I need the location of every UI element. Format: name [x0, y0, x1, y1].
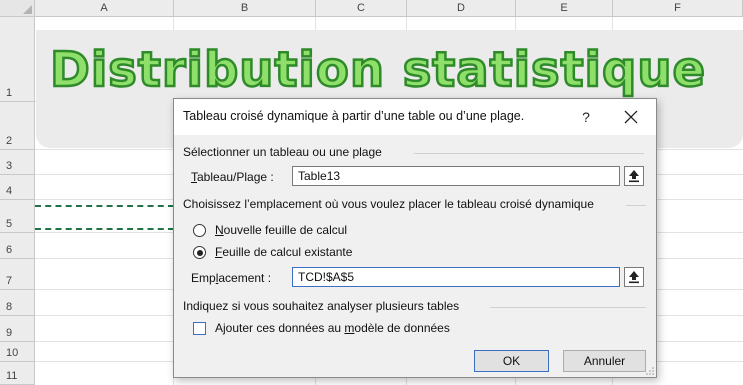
row-header-7[interactable]: 7: [0, 259, 35, 290]
row-header-10[interactable]: 10: [0, 342, 35, 362]
column-header-f[interactable]: F: [613, 0, 743, 17]
section-multiple-tables-label: Indiquez si vous souhaitez analyser plus…: [183, 299, 460, 313]
row-header-11[interactable]: 11: [0, 362, 35, 385]
row-header-6[interactable]: 6: [0, 233, 35, 259]
section-divider: [626, 205, 646, 206]
dialog-titlebar[interactable]: Tableau croisé dynamique à partir d’une …: [174, 99, 656, 135]
section-select-range-label: Sélectionner un tableau ou une plage: [183, 145, 382, 159]
collapse-arrow-icon: [629, 271, 639, 284]
location-collapse-button[interactable]: [624, 267, 644, 287]
close-icon: [624, 110, 638, 124]
cancel-button[interactable]: Annuler: [563, 350, 646, 372]
range-input[interactable]: Table13: [292, 166, 620, 186]
help-button[interactable]: ?: [572, 103, 600, 131]
row-header-9[interactable]: 9: [0, 316, 35, 342]
section-divider: [490, 307, 646, 308]
section-divider: [414, 153, 644, 154]
column-header-b[interactable]: B: [174, 0, 316, 17]
add-to-data-model-label[interactable]: Ajouter ces données au modèle de données: [215, 321, 450, 335]
copy-marquee-cell-a5: [35, 205, 174, 230]
column-header-d[interactable]: D: [407, 0, 516, 17]
sheet-title: Distribution statistique: [49, 41, 707, 100]
row-header-8[interactable]: 8: [0, 290, 35, 316]
select-all-corner[interactable]: [0, 0, 35, 17]
radio-existing-sheet[interactable]: [193, 246, 206, 259]
row-header-4[interactable]: 4: [0, 175, 35, 200]
column-header-a[interactable]: A: [35, 0, 174, 17]
dialog-title: Tableau croisé dynamique à partir d’une …: [183, 109, 525, 123]
radio-new-sheet[interactable]: [193, 224, 206, 237]
column-header-c[interactable]: C: [316, 0, 407, 17]
row-header-3[interactable]: 3: [0, 150, 35, 175]
row-header-1[interactable]: 1: [0, 17, 35, 102]
range-label: Tableau/Plage :: [191, 170, 274, 184]
resize-grip-icon[interactable]: [646, 367, 654, 375]
section-location-label: Choisissez l’emplacement où vous voulez …: [183, 197, 594, 211]
pivot-table-dialog: Tableau croisé dynamique à partir d’une …: [173, 98, 657, 378]
ok-button[interactable]: OK: [474, 350, 549, 372]
location-label: Emplacement :: [191, 271, 272, 285]
add-to-data-model-checkbox[interactable]: [193, 322, 206, 335]
radio-existing-sheet-label[interactable]: Feuille de calcul existante: [215, 245, 352, 259]
column-header-e[interactable]: E: [516, 0, 613, 17]
close-button[interactable]: [617, 103, 645, 131]
row-header-2[interactable]: 2: [0, 102, 35, 150]
radio-new-sheet-label[interactable]: Nouvelle feuille de calcul: [215, 223, 347, 237]
collapse-arrow-icon: [629, 170, 639, 183]
range-collapse-button[interactable]: [624, 166, 644, 186]
row-header-5[interactable]: 5: [0, 200, 35, 233]
location-input[interactable]: TCD!$A$5: [292, 267, 620, 287]
